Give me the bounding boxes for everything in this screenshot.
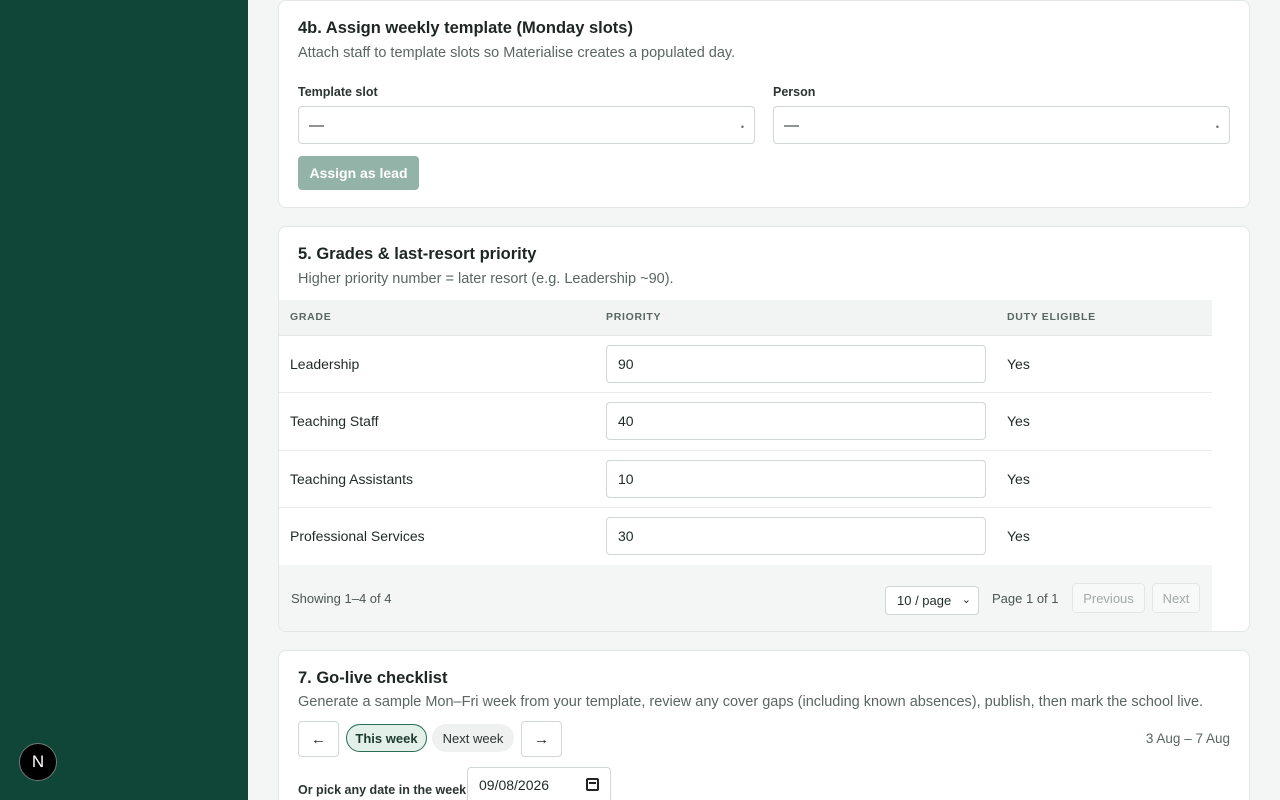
- grades-table: GRADE PRIORITY DUTY ELIGIBLE Leadership …: [279, 300, 1212, 566]
- go-live-card: 7. Go-live checklist Generate a sample M…: [278, 650, 1250, 800]
- arrow-left-icon: ←: [311, 730, 326, 748]
- date-input[interactable]: 09/08/2026: [467, 767, 611, 800]
- date-value: 09/08/2026: [479, 777, 550, 793]
- grades-card-title: 5. Grades & last-resort priority: [298, 245, 537, 263]
- template-slot-select[interactable]: — •: [298, 106, 755, 144]
- priority-input[interactable]: 30: [606, 517, 986, 556]
- template-slot-value: —: [309, 116, 324, 134]
- sidebar: N: [0, 0, 248, 800]
- duty-eligible-cell: Yes: [996, 335, 1212, 393]
- column-header-duty-eligible: DUTY ELIGIBLE: [996, 300, 1212, 336]
- assign-as-lead-button[interactable]: Assign as lead: [298, 156, 419, 190]
- week-range: 3 Aug – 7 Aug: [1145, 731, 1230, 746]
- grade-cell: Leadership: [279, 335, 595, 393]
- page-info: Page 1 of 1: [992, 591, 1059, 606]
- arrow-right-icon: →: [534, 730, 549, 748]
- column-header-grade: GRADE: [279, 300, 595, 336]
- next-badge-icon[interactable]: N: [19, 743, 57, 781]
- duty-eligible-cell: Yes: [996, 507, 1212, 566]
- column-header-priority: PRIORITY: [595, 300, 996, 336]
- grade-cell: Professional Services: [279, 507, 595, 566]
- person-value: —: [784, 116, 799, 134]
- per-page-select[interactable]: 10 / page ⌄: [885, 586, 979, 615]
- next-week-arrow-button[interactable]: →: [521, 721, 562, 757]
- table-row: Teaching Staff 40 Yes: [279, 392, 1212, 451]
- table-row: Teaching Assistants 10 Yes: [279, 450, 1212, 508]
- template-slot-label: Template slot: [298, 85, 378, 99]
- select-arrow-icon: •: [740, 122, 744, 132]
- this-week-button[interactable]: This week: [346, 724, 427, 752]
- showing-count: Showing 1–4 of 4: [291, 591, 392, 606]
- select-arrow-icon: •: [1215, 122, 1219, 132]
- previous-week-button[interactable]: ←: [298, 721, 339, 757]
- next-week-button[interactable]: Next week: [432, 724, 514, 752]
- calendar-icon[interactable]: [586, 778, 599, 791]
- previous-page-button[interactable]: Previous: [1072, 583, 1145, 613]
- go-live-card-subtitle: Generate a sample Mon–Fri week from your…: [298, 694, 1204, 710]
- chevron-down-icon: ⌄: [961, 594, 971, 606]
- duty-eligible-cell: Yes: [996, 392, 1212, 451]
- grade-cell: Teaching Assistants: [279, 450, 595, 508]
- pick-date-label: Or pick any date in the week: [298, 783, 467, 797]
- table-row: Professional Services 30 Yes: [279, 507, 1212, 566]
- assign-card-subtitle: Attach staff to template slots so Materi…: [298, 45, 736, 61]
- grade-cell: Teaching Staff: [279, 392, 595, 451]
- assign-template-card: 4b. Assign weekly template (Monday slots…: [278, 0, 1250, 208]
- per-page-value: 10 / page: [897, 593, 952, 608]
- priority-input[interactable]: 40: [606, 402, 986, 441]
- assign-card-title: 4b. Assign weekly template (Monday slots…: [298, 19, 633, 37]
- table-row: Leadership 90 Yes: [279, 335, 1212, 393]
- priority-input[interactable]: 90: [606, 344, 986, 383]
- person-select[interactable]: — •: [773, 106, 1230, 144]
- grades-card: 5. Grades & last-resort priority Higher …: [278, 226, 1250, 632]
- main-content: 4b. Assign weekly template (Monday slots…: [248, 0, 1280, 800]
- next-page-button[interactable]: Next: [1152, 583, 1200, 613]
- grades-card-subtitle: Higher priority number = later resort (e…: [298, 271, 674, 287]
- go-live-card-title: 7. Go-live checklist: [298, 669, 448, 687]
- duty-eligible-cell: Yes: [996, 450, 1212, 508]
- person-label: Person: [773, 85, 816, 99]
- table-footer: Showing 1–4 of 4 10 / page ⌄ Page 1 of 1…: [279, 565, 1212, 631]
- priority-input[interactable]: 10: [606, 459, 986, 498]
